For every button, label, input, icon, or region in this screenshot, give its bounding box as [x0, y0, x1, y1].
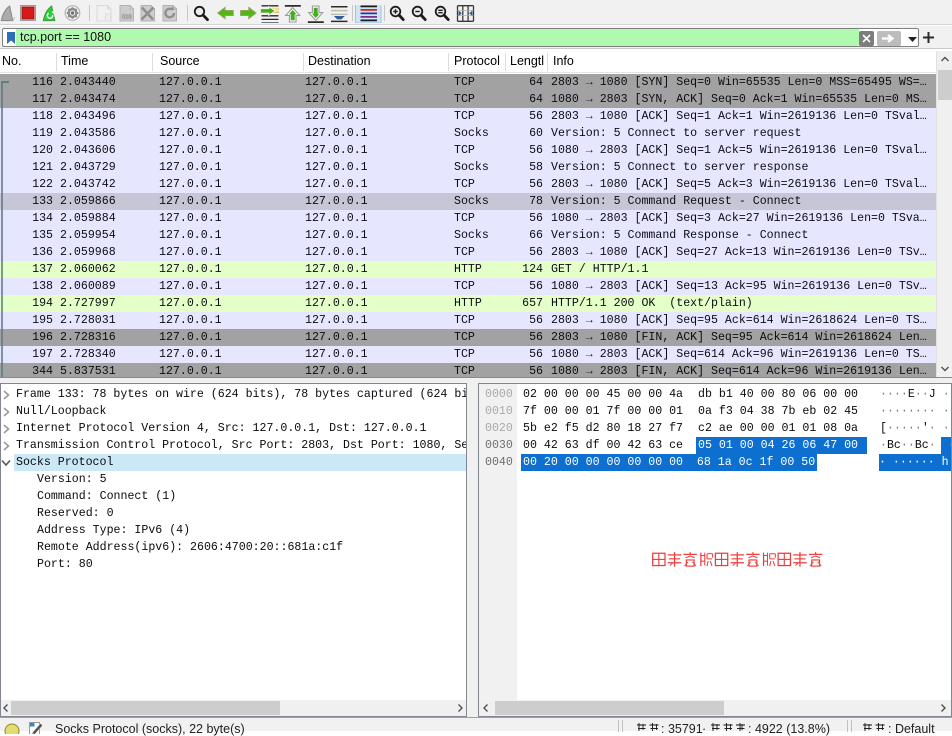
svg-text:010: 010 [122, 15, 131, 21]
